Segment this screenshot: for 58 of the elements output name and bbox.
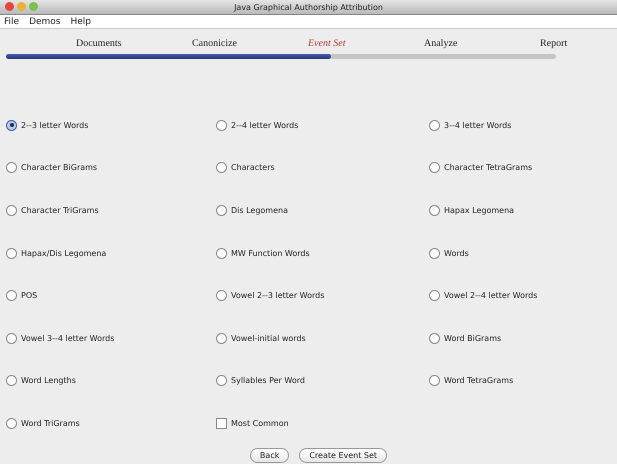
radio-button[interactable] [216, 290, 227, 302]
option-label: Character BiGrams [21, 163, 98, 172]
checkbox[interactable] [216, 418, 227, 429]
radio-button[interactable] [6, 332, 17, 344]
radio-button[interactable] [6, 120, 17, 131]
option-label: Word Lengths [21, 376, 76, 386]
option-label: Hapax/Dis Legomena [21, 248, 106, 258]
radio-button[interactable] [429, 290, 440, 302]
option-label: Character TetraGrams [444, 163, 532, 172]
menu-item[interactable]: Help [70, 16, 92, 26]
step-tab[interactable]: Report [540, 38, 568, 49]
option-label: Vowel 2--4 letter Words [444, 291, 538, 300]
option-label: Word BiGrams [444, 334, 502, 343]
option-label: Character TriGrams [21, 206, 99, 215]
radio-button[interactable] [6, 375, 17, 386]
radio-button[interactable] [216, 248, 227, 259]
radio-button[interactable] [6, 290, 17, 302]
radio-button[interactable] [429, 204, 440, 216]
radio-button[interactable] [216, 332, 227, 344]
radio-button[interactable] [6, 248, 17, 259]
option-label: Vowel 3--4 letter Words [21, 334, 114, 343]
option-label: POS [21, 291, 38, 300]
step-tab[interactable]: Canonicize [192, 38, 308, 49]
option-label: Word TriGrams [21, 418, 80, 428]
option-label: MW Function Words [231, 248, 310, 258]
radio-button[interactable] [6, 418, 17, 429]
back-button[interactable]: Back [250, 448, 290, 463]
radio-button[interactable] [429, 332, 440, 344]
create-event-set-button[interactable]: Create Event Set [299, 448, 388, 463]
option-label: Most Common [231, 418, 289, 428]
option-label: 2--4 letter Words [231, 120, 298, 130]
option-label: Word TetraGrams [444, 376, 514, 386]
window-title: Java Graphical Authorship Attribution [234, 2, 383, 12]
option-label: Words [444, 248, 469, 258]
option-label: Vowel 2--3 letter Words [231, 291, 324, 300]
step-tab[interactable]: Analyze [424, 38, 540, 49]
option-label: Characters [231, 163, 275, 172]
option-label: 2--3 letter Words [21, 120, 88, 130]
option-label: Syllables Per Word [231, 376, 305, 386]
radio-button[interactable] [6, 204, 17, 216]
step-tab[interactable]: Documents [76, 38, 192, 49]
radio-button[interactable] [216, 375, 227, 386]
option-label: 3--4 letter Words [444, 120, 512, 130]
radio-button[interactable] [429, 120, 440, 131]
radio-button[interactable] [6, 162, 17, 174]
radio-button[interactable] [216, 120, 227, 131]
radio-button[interactable] [429, 248, 440, 259]
menu-item[interactable]: Demos [29, 16, 60, 26]
option-label: Vowel-initial words [231, 334, 306, 343]
close-icon[interactable] [5, 2, 14, 11]
radio-button[interactable] [429, 375, 440, 386]
radio-button[interactable] [216, 204, 227, 216]
radio-button[interactable] [216, 162, 227, 174]
radio-button[interactable] [429, 162, 440, 174]
step-tab[interactable]: Event Set [308, 38, 424, 49]
option-label: Hapax Legomena [444, 206, 514, 215]
menu-item[interactable]: File [4, 16, 20, 26]
option-label: Dis Legomena [231, 206, 288, 215]
